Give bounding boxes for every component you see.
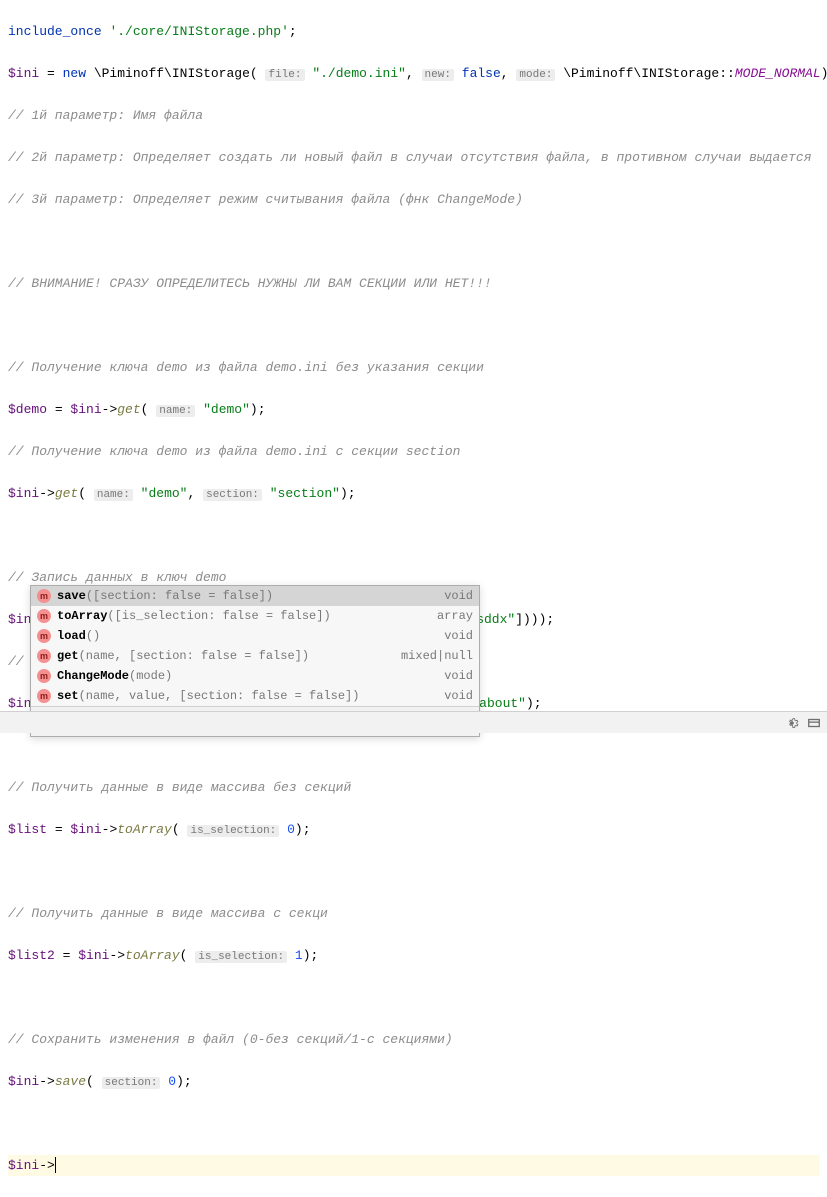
- code-line: include_once './core/INIStorage.php';: [8, 21, 819, 42]
- code-comment: // Получить данные в виде массива без се…: [8, 777, 819, 798]
- code-line: $ini->save( section: 0);: [8, 1071, 819, 1092]
- param-hint: is_selection:: [187, 825, 279, 837]
- code-line: $list2 = $ini->toArray( is_selection: 1)…: [8, 945, 819, 966]
- param-hint: name:: [156, 405, 195, 417]
- param-hint: new:: [422, 69, 454, 81]
- autocomplete-method-name: load: [57, 626, 86, 647]
- autocomplete-method-name: toArray: [57, 606, 107, 627]
- autocomplete-method-name: get: [57, 646, 79, 667]
- code-comment: // 2й параметр: Определяет создать ли но…: [8, 147, 819, 168]
- code-comment: // Сохранить изменения в файл (0-без сек…: [8, 1029, 819, 1050]
- code-line: [8, 315, 819, 336]
- code-line: $ini->get( name: "demo", section: "secti…: [8, 483, 819, 504]
- method-icon: m: [37, 589, 51, 603]
- method-icon: m: [37, 629, 51, 643]
- autocomplete-method-name: save: [57, 586, 86, 607]
- keyword-include: include_once: [8, 24, 102, 39]
- method-icon: m: [37, 689, 51, 703]
- autocomplete-method-name: set: [57, 686, 79, 707]
- param-hint: section:: [102, 1077, 161, 1089]
- autocomplete-params: (mode): [129, 666, 172, 687]
- code-comment: // Получение ключа demo из файла demo.in…: [8, 357, 819, 378]
- autocomplete-item-changemode[interactable]: m ChangeMode(mode) void: [31, 666, 479, 686]
- current-code-line[interactable]: $ini->: [8, 1155, 819, 1176]
- autocomplete-return-type: void: [444, 666, 473, 687]
- autocomplete-item-save[interactable]: msave([section: false = false]) void: [31, 586, 479, 606]
- status-bar: [0, 711, 827, 733]
- param-hint: name:: [94, 489, 133, 501]
- code-line: $ini = new \Piminoff\INIStorage( file: "…: [8, 63, 819, 84]
- code-comment: // 1й параметр: Имя файла: [8, 105, 819, 126]
- autocomplete-item-get[interactable]: mget(name, [section: false = false]) mixe…: [31, 646, 479, 666]
- text-cursor: [55, 1157, 56, 1173]
- autocomplete-params: (): [86, 626, 100, 647]
- method-icon: m: [37, 609, 51, 623]
- method-icon: m: [37, 669, 51, 683]
- code-line: [8, 525, 819, 546]
- autocomplete-return-type: void: [444, 626, 473, 647]
- autocomplete-params: (name, value, [section: false = false]): [79, 686, 360, 707]
- code-comment: // 3й параметр: Определяет режим считыва…: [8, 189, 819, 210]
- autocomplete-item-toarray[interactable]: m toArray([is_selection: false = false]) a…: [31, 606, 479, 626]
- code-line: [8, 231, 819, 252]
- code-line: [8, 987, 819, 1008]
- code-line: $list = $ini->toArray( is_selection: 0);: [8, 819, 819, 840]
- autocomplete-return-type: array: [437, 606, 473, 627]
- code-line: [8, 1113, 819, 1134]
- code-comment: // Получить данные в виде массива с секц…: [8, 903, 819, 924]
- param-hint: section:: [203, 489, 262, 501]
- gear-icon[interactable]: [785, 716, 799, 730]
- code-comment: // Получение ключа demo из файла demo.in…: [8, 441, 819, 462]
- autocomplete-params: (name, [section: false = false]): [79, 646, 309, 667]
- autocomplete-return-type: mixed|null: [401, 646, 473, 667]
- string-literal: './core/INIStorage.php': [109, 24, 288, 39]
- autocomplete-item-load[interactable]: mload() void: [31, 626, 479, 646]
- hide-panel-icon[interactable]: [807, 716, 821, 730]
- autocomplete-item-set[interactable]: mset(name, value, [section: false = fals…: [31, 686, 479, 706]
- code-line: $demo = $ini->get( name: "demo");: [8, 399, 819, 420]
- autocomplete-return-type: void: [444, 586, 473, 607]
- param-hint: is_selection:: [195, 951, 287, 963]
- code-line: [8, 861, 819, 882]
- autocomplete-params: ([section: false = false]): [86, 586, 273, 607]
- method-icon: m: [37, 649, 51, 663]
- code-comment: // ВНИМАНИЕ! СРАЗУ ОПРЕДЕЛИТЕСЬ НУЖНЫ ЛИ…: [8, 273, 819, 294]
- autocomplete-params: ([is_selection: false = false]): [107, 606, 330, 627]
- code-line: [8, 735, 819, 756]
- param-hint: file:: [265, 69, 304, 81]
- autocomplete-return-type: void: [444, 686, 473, 707]
- param-hint: mode:: [516, 69, 555, 81]
- autocomplete-method-name: ChangeMode: [57, 666, 129, 687]
